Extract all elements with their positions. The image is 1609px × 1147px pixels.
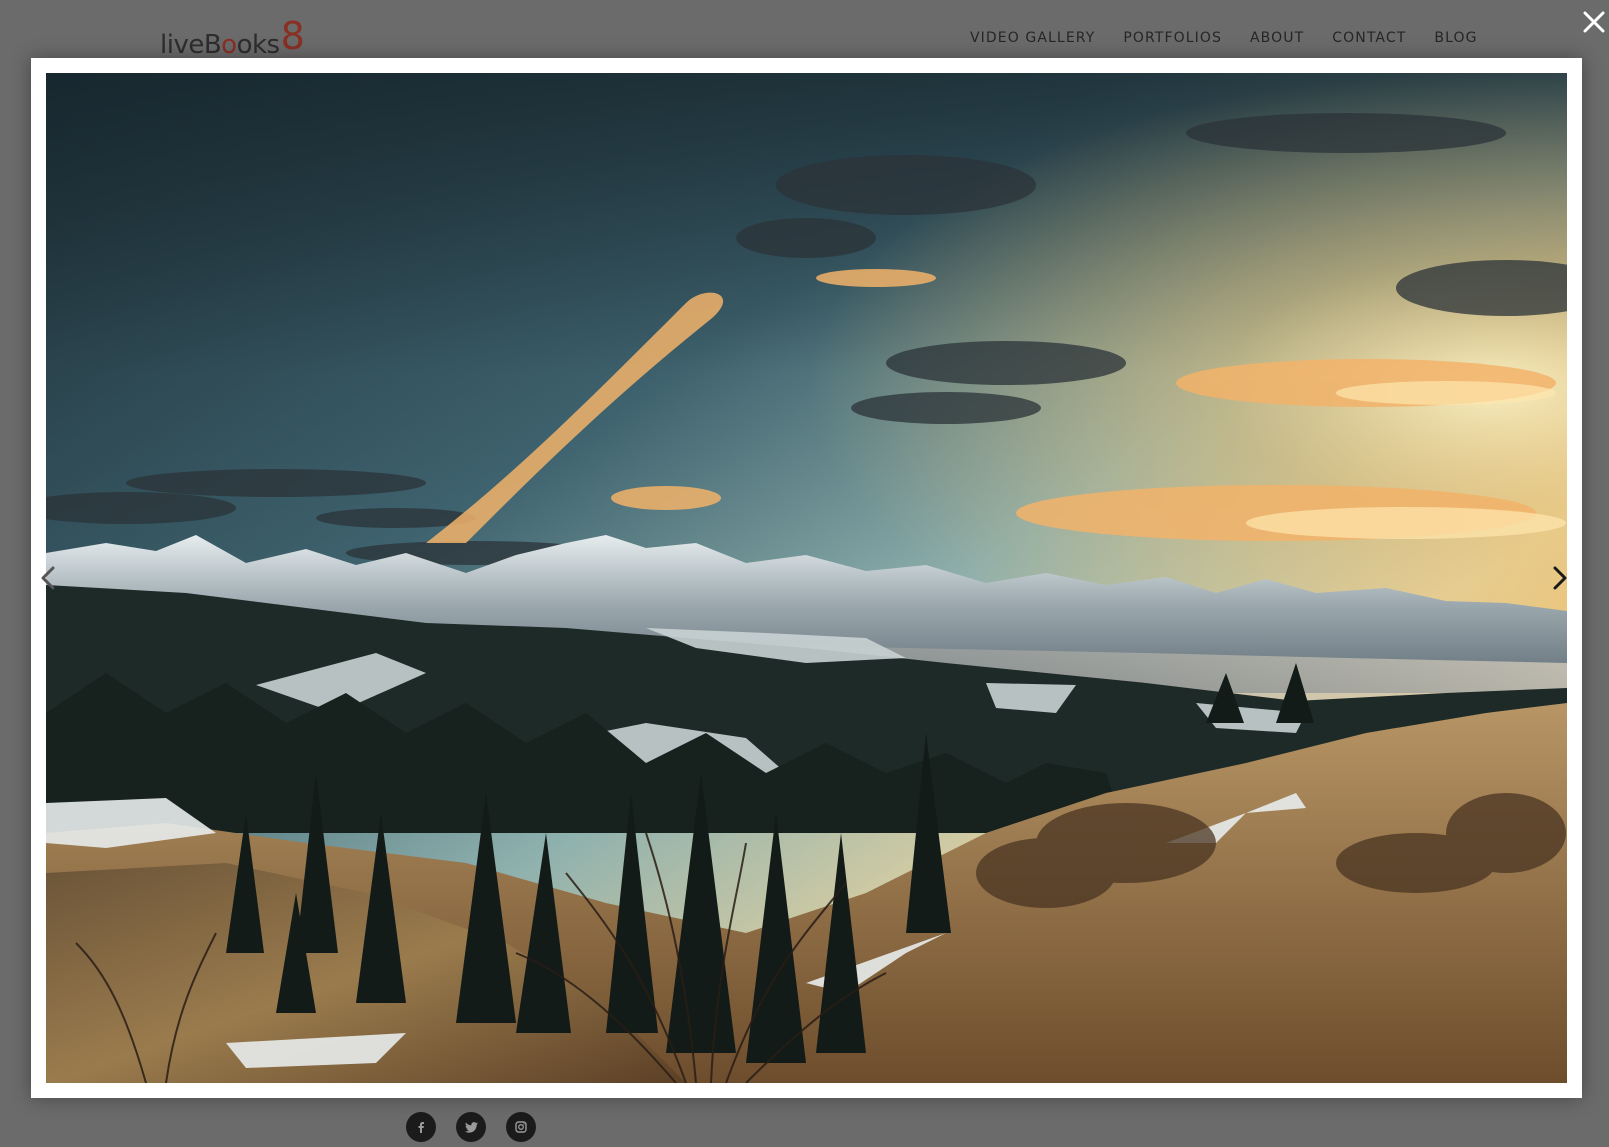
lightbox-frame: [31, 58, 1582, 1098]
nav-item-portfolios[interactable]: PORTFOLIOS: [1123, 26, 1222, 50]
nav-item-about[interactable]: ABOUT: [1250, 26, 1304, 50]
facebook-icon[interactable]: [406, 1112, 436, 1142]
nav-item-contact[interactable]: CONTACT: [1332, 26, 1406, 50]
twitter-icon[interactable]: [456, 1112, 486, 1142]
instagram-icon[interactable]: [506, 1112, 536, 1142]
lightbox-photo: [46, 73, 1567, 1083]
logo-text: liveBooks8: [160, 14, 305, 60]
chevron-right-icon[interactable]: [1545, 560, 1575, 596]
chevron-left-icon[interactable]: [33, 560, 63, 596]
close-icon[interactable]: [1580, 8, 1608, 36]
main-nav: VIDEO GALLERY PORTFOLIOS ABOUT CONTACT B…: [970, 26, 1506, 50]
social-links: [406, 1112, 556, 1142]
nav-item-video-gallery[interactable]: VIDEO GALLERY: [970, 26, 1095, 50]
site-logo[interactable]: liveBooks8: [160, 14, 305, 60]
nav-item-blog[interactable]: BLOG: [1434, 26, 1477, 50]
